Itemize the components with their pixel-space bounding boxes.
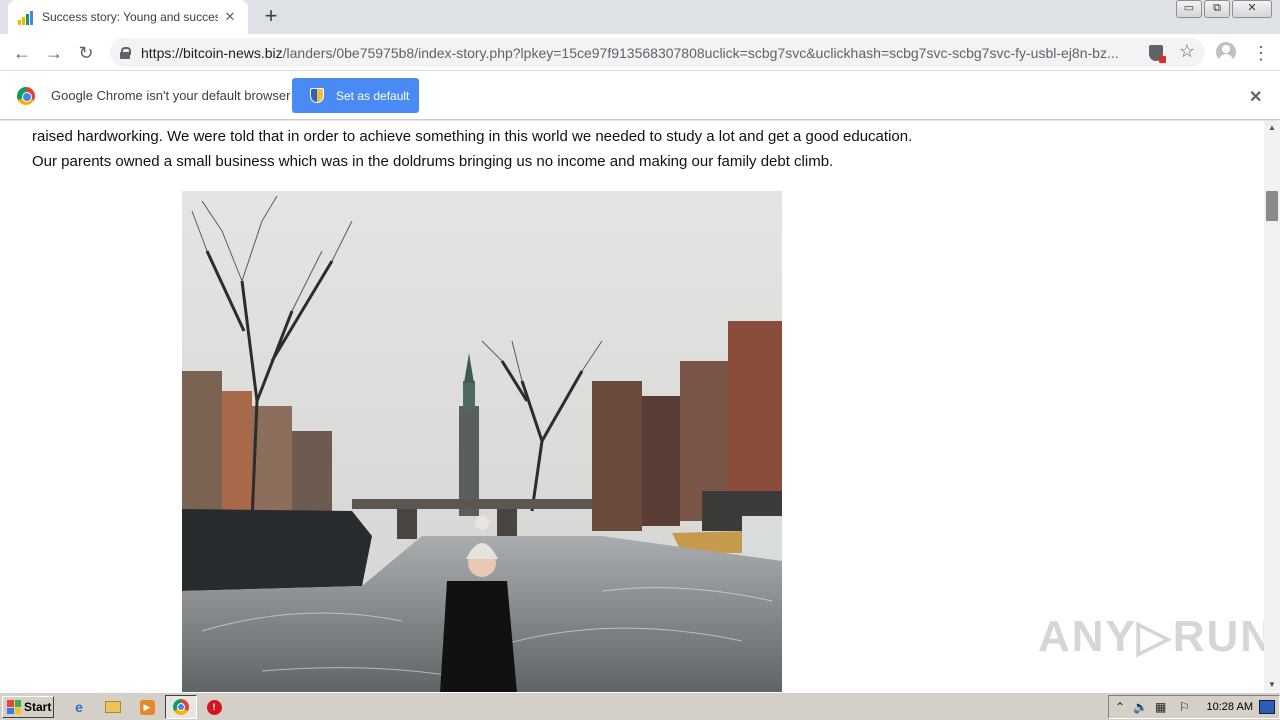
back-arrow-icon[interactable]: ←: [10, 41, 34, 65]
default-browser-infobar: Google Chrome isn't your default browser…: [0, 71, 1280, 120]
blocked-content-shield-icon[interactable]: [1149, 45, 1166, 63]
chrome-logo-icon: [17, 87, 35, 105]
url-text[interactable]: https://bitcoin-news.biz/landers/0be7597…: [141, 45, 1131, 61]
tray-expand-icon[interactable]: ⌃: [1115, 700, 1125, 714]
window-controls: ▭ ⧉ ✕: [1176, 0, 1272, 18]
new-tab-plus-icon[interactable]: +: [260, 5, 282, 27]
folder-icon[interactable]: [104, 698, 122, 716]
windows-taskbar: Start e ▶ ! ⌃ 🔈 ▦ ⚐ 10:28 AM: [0, 692, 1280, 720]
action-center-flag-icon[interactable]: ⚐: [1179, 700, 1190, 714]
restore-button[interactable]: ⧉: [1204, 0, 1230, 18]
forward-arrow-icon[interactable]: →: [42, 41, 66, 65]
url-host: bitcoin-news.biz: [183, 44, 283, 61]
minimize-button[interactable]: ▭: [1176, 0, 1202, 18]
media-player-icon[interactable]: ▶: [138, 698, 156, 716]
chrome-taskbar-button[interactable]: [165, 695, 197, 719]
anyrun-watermark: ANY▷RUN: [1038, 612, 1264, 661]
scroll-down-arrow-icon[interactable]: ▼: [1264, 678, 1280, 692]
tab-title: Success story: Young and successful: [42, 10, 218, 24]
uac-shield-icon: [310, 88, 324, 103]
bookmark-star-icon[interactable]: ☆: [1179, 41, 1195, 62]
page-content: raised hardworking. We were told that in…: [0, 121, 1264, 692]
browser-toolbar: ← → ↻ https://bitcoin-news.biz/landers/0…: [0, 34, 1280, 71]
close-window-button[interactable]: ✕: [1232, 0, 1272, 18]
profile-avatar-icon[interactable]: [1216, 42, 1236, 62]
opera-icon[interactable]: !: [205, 698, 223, 716]
reload-icon[interactable]: ↻: [74, 41, 98, 65]
start-label: Start: [24, 700, 52, 714]
lock-icon[interactable]: [120, 46, 131, 59]
url-scheme: https://: [141, 44, 184, 61]
story-photo: [182, 191, 782, 692]
internet-explorer-icon[interactable]: e: [70, 698, 88, 716]
network-icon[interactable]: ▦: [1155, 700, 1166, 714]
vertical-scrollbar[interactable]: ▲ ▼: [1264, 121, 1280, 692]
system-tray: ⌃ 🔈 ▦ ⚐ 10:28 AM: [1108, 695, 1280, 719]
infobar-message: Google Chrome isn't your default browser: [51, 88, 291, 103]
address-bar[interactable]: https://bitcoin-news.biz/landers/0be7597…: [110, 38, 1205, 67]
bar-chart-favicon-icon: [18, 9, 34, 25]
chrome-icon: [173, 699, 189, 715]
scroll-up-arrow-icon[interactable]: ▲: [1264, 121, 1280, 135]
volume-icon[interactable]: 🔈: [1133, 700, 1148, 714]
browser-tab[interactable]: Success story: Young and successful ✕: [8, 0, 248, 34]
infobar-close-icon[interactable]: ✕: [1249, 87, 1262, 107]
canal-photo-illustration: [182, 191, 782, 692]
windows-logo-icon: [7, 700, 21, 714]
set-as-default-label: Set as default: [336, 88, 410, 103]
tab-close-icon[interactable]: ✕: [222, 9, 238, 25]
set-as-default-button[interactable]: Set as default: [292, 78, 419, 113]
kebab-menu-icon[interactable]: ⋮: [1252, 41, 1270, 65]
url-path: /landers/0be75975b8/index-story.php?lpke…: [282, 44, 1119, 61]
tab-strip: Success story: Young and successful ✕ + …: [0, 0, 1280, 34]
taskbar-clock[interactable]: 10:28 AM: [1207, 701, 1253, 713]
story-paragraph: raised hardworking. We were told that in…: [32, 128, 913, 170]
scroll-thumb[interactable]: [1266, 191, 1278, 221]
show-desktop-icon[interactable]: [1259, 700, 1275, 714]
start-button[interactable]: Start: [2, 696, 54, 718]
